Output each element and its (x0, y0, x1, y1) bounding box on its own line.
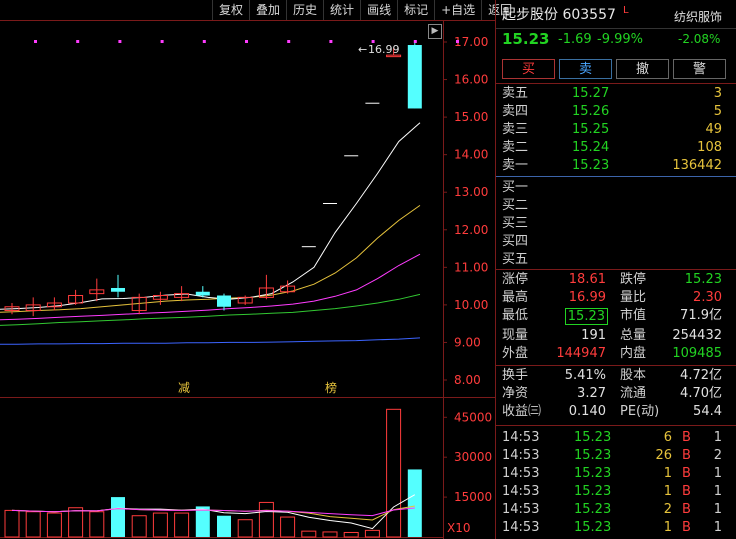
volume-bar (343, 531, 359, 538)
volume-unit-label: X10 (447, 521, 471, 535)
ask-row: 卖四 15.26 5 (502, 104, 722, 119)
tick-row: 14:53 15.23 1 B 1 (502, 466, 722, 481)
price-tick-label: 13.00 (454, 185, 488, 199)
bid-row: 买四 (502, 234, 529, 249)
toolbar-fuquan-button[interactable]: 复权 (212, 0, 249, 20)
price-tick-label: 15.00 (454, 110, 488, 124)
volume-bar (386, 408, 402, 538)
chart-toolbar: 复权 叠加 历史 统计 画线 标记 +自选 返回 (212, 0, 518, 20)
industry-name[interactable]: 纺织服饰 (674, 8, 722, 25)
sell-button[interactable]: 卖 (559, 59, 612, 79)
ask-row: 卖一 15.23 136442 (502, 158, 722, 173)
signal-dot (287, 40, 291, 43)
volume-bar (364, 529, 380, 538)
high-arrow-icon: ← (358, 43, 367, 56)
volume-tick-label: 45000 (454, 410, 492, 424)
signal-dot (202, 40, 206, 43)
industry-change: -2.08% (678, 32, 721, 46)
marker-bang: 榜 (325, 380, 337, 395)
cancel-button[interactable]: 撤 (616, 59, 669, 79)
price-tick-label: 12.00 (454, 223, 488, 237)
price-change-pct: -9.99% (597, 32, 643, 47)
signal-dot (245, 40, 248, 43)
quote-panel: 起步股份 603557 L 纺织服饰 -2.08% 15.23 -1.69 -9… (496, 0, 736, 539)
candle-body (111, 287, 125, 292)
stock-name: 起步股份 603557 (502, 7, 616, 23)
bid-row: 买二 (502, 198, 529, 213)
volume-bar (237, 519, 253, 538)
alert-button[interactable]: 警 (673, 59, 726, 79)
tick-row: 14:53 15.23 2 B 1 (502, 502, 722, 517)
volume-bar (131, 515, 147, 538)
signal-dot (34, 40, 37, 43)
volume-bar (301, 530, 317, 538)
tick-row: 14:53 15.23 26 B 2 (502, 448, 722, 463)
volume-tick-label: 15000 (454, 490, 492, 504)
volume-bar (174, 512, 190, 538)
bid-row: 买三 (502, 216, 529, 231)
kline-chart[interactable]: 17.00 16.00 15.00 14.00 13.00 12.00 11.00 10.00… (0, 0, 496, 539)
signal-dot (329, 40, 333, 43)
toolbar-stats-button[interactable]: 统计 (323, 0, 360, 20)
candle-body (407, 45, 422, 109)
candle-body (195, 291, 210, 296)
price-tick-label: 17.00 (454, 35, 488, 49)
volume-ma-line (11, 507, 415, 517)
volume-bar (89, 511, 105, 538)
volume-bar (280, 516, 296, 538)
signal-dot (456, 40, 459, 43)
toolbar-add-watchlist-button[interactable]: +自选 (434, 0, 481, 20)
toolbar-draw-button[interactable]: 画线 (360, 0, 397, 20)
scroll-right-icon[interactable]: ▶ (428, 24, 442, 39)
ask-row: 卖五 15.27 3 (502, 86, 722, 101)
signal-dot (413, 40, 417, 43)
candle-body (217, 295, 231, 307)
tick-row: 14:53 15.23 1 B 1 (502, 520, 722, 535)
signal-dot (118, 40, 122, 43)
volume-bar (195, 506, 210, 537)
ma5-line (0, 122, 421, 310)
price-tick-label: 14.00 (454, 148, 488, 162)
price-tick-label: 8.00 (454, 373, 481, 387)
signal-dot (160, 40, 164, 43)
high-price-label: 16.99 (368, 43, 400, 56)
price-change: -1.69 (558, 32, 592, 47)
toolbar-history-button[interactable]: 历史 (286, 0, 323, 20)
tick-row: 14:53 15.23 1 B 1 (502, 484, 722, 499)
volume-bar (4, 509, 20, 538)
volume-bar (152, 512, 168, 538)
price-tick-label: 11.00 (454, 260, 488, 274)
volume-bar (25, 511, 41, 538)
volume-ma-line (11, 494, 416, 530)
marker-jian: 减 (178, 381, 190, 395)
volume-bar (68, 507, 84, 538)
volume-bar (407, 469, 422, 537)
tick-row: 14:53 15.23 6 B 1 (502, 430, 722, 445)
price-tick-label: 16.00 (454, 73, 488, 87)
trade-buttons: 买 卖 撤 警 (502, 59, 726, 79)
price-tick-label: 10.00 (454, 298, 488, 312)
current-price: 15.23 (502, 30, 550, 48)
price-tick-label: 9.00 (454, 335, 481, 349)
bid-row: 买五 (502, 252, 529, 267)
stock-flag: L (623, 5, 629, 16)
ma60-line (0, 337, 421, 345)
volume-bar (217, 515, 231, 537)
volume-bar (111, 497, 125, 537)
buy-button[interactable]: 买 (502, 59, 555, 79)
toolbar-mark-button[interactable]: 标记 (397, 0, 434, 20)
ma10-line (0, 204, 421, 313)
toolbar-overlay-button[interactable]: 叠加 (249, 0, 286, 20)
bid-row: 买一 (502, 180, 529, 195)
ask-row: 卖二 15.24 108 (502, 140, 722, 155)
volume-bar (258, 501, 274, 538)
volume-tick-label: 30000 (454, 450, 492, 464)
volume-bar (322, 531, 338, 538)
volume-bar (46, 512, 62, 538)
signal-dot (76, 40, 80, 43)
ask-row: 卖三 15.25 49 (502, 122, 722, 137)
